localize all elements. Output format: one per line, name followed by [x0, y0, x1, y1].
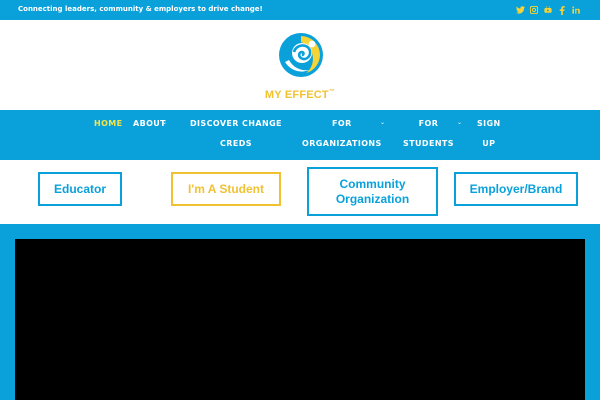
nav-home[interactable]: HOME [94, 114, 123, 134]
linkedin-icon[interactable] [570, 4, 582, 16]
nav-discover-change-creds[interactable]: DISCOVER CHANGE CREDS [190, 114, 282, 154]
instagram-icon[interactable] [528, 4, 540, 16]
top-bar: Connecting leaders, community & employer… [0, 0, 600, 20]
tagline: Connecting leaders, community & employer… [18, 5, 263, 13]
nav-for-org-line1: FOR [332, 119, 352, 128]
nav-for-students[interactable]: FOR STUDENTS [403, 114, 454, 154]
nav-sign-up-line1: SIGN [477, 119, 501, 128]
nav-sign-up[interactable]: SIGN UP [477, 114, 501, 154]
facebook-icon[interactable] [556, 4, 568, 16]
main-nav: HOME ABOUT ⌄ DISCOVER CHANGE CREDS FOR O… [0, 110, 600, 160]
chevron-down-icon: ⌄ [162, 119, 168, 126]
student-button[interactable]: I'm A Student [171, 172, 281, 206]
chevron-down-icon: ⌄ [380, 119, 386, 126]
video-player[interactable] [15, 239, 585, 400]
educator-button[interactable]: Educator [38, 172, 122, 206]
nav-for-students-line1: FOR [418, 119, 439, 128]
nav-for-organizations[interactable]: FOR ORGANIZATIONS [302, 114, 382, 154]
nav-discover-line1: DISCOVER CHANGE [190, 119, 282, 128]
chevron-down-icon: ⌄ [457, 119, 463, 126]
youtube-icon[interactable] [542, 4, 554, 16]
community-line2: Organization [335, 191, 410, 206]
community-line1: Community [339, 176, 406, 191]
brand-name: MY EFFECT™ [264, 89, 336, 101]
nav-sign-up-line2: UP [482, 139, 496, 148]
twitter-icon[interactable] [514, 4, 526, 16]
nav-for-org-line2: ORGANIZATIONS [302, 139, 382, 148]
my-effect-logo-icon[interactable] [276, 32, 326, 78]
nav-discover-line2: CREDS [220, 139, 252, 148]
nav-for-students-line2: STUDENTS [403, 139, 454, 148]
employer-brand-button[interactable]: Employer/Brand [454, 172, 578, 206]
community-organization-button[interactable]: Community Organization [307, 167, 438, 216]
